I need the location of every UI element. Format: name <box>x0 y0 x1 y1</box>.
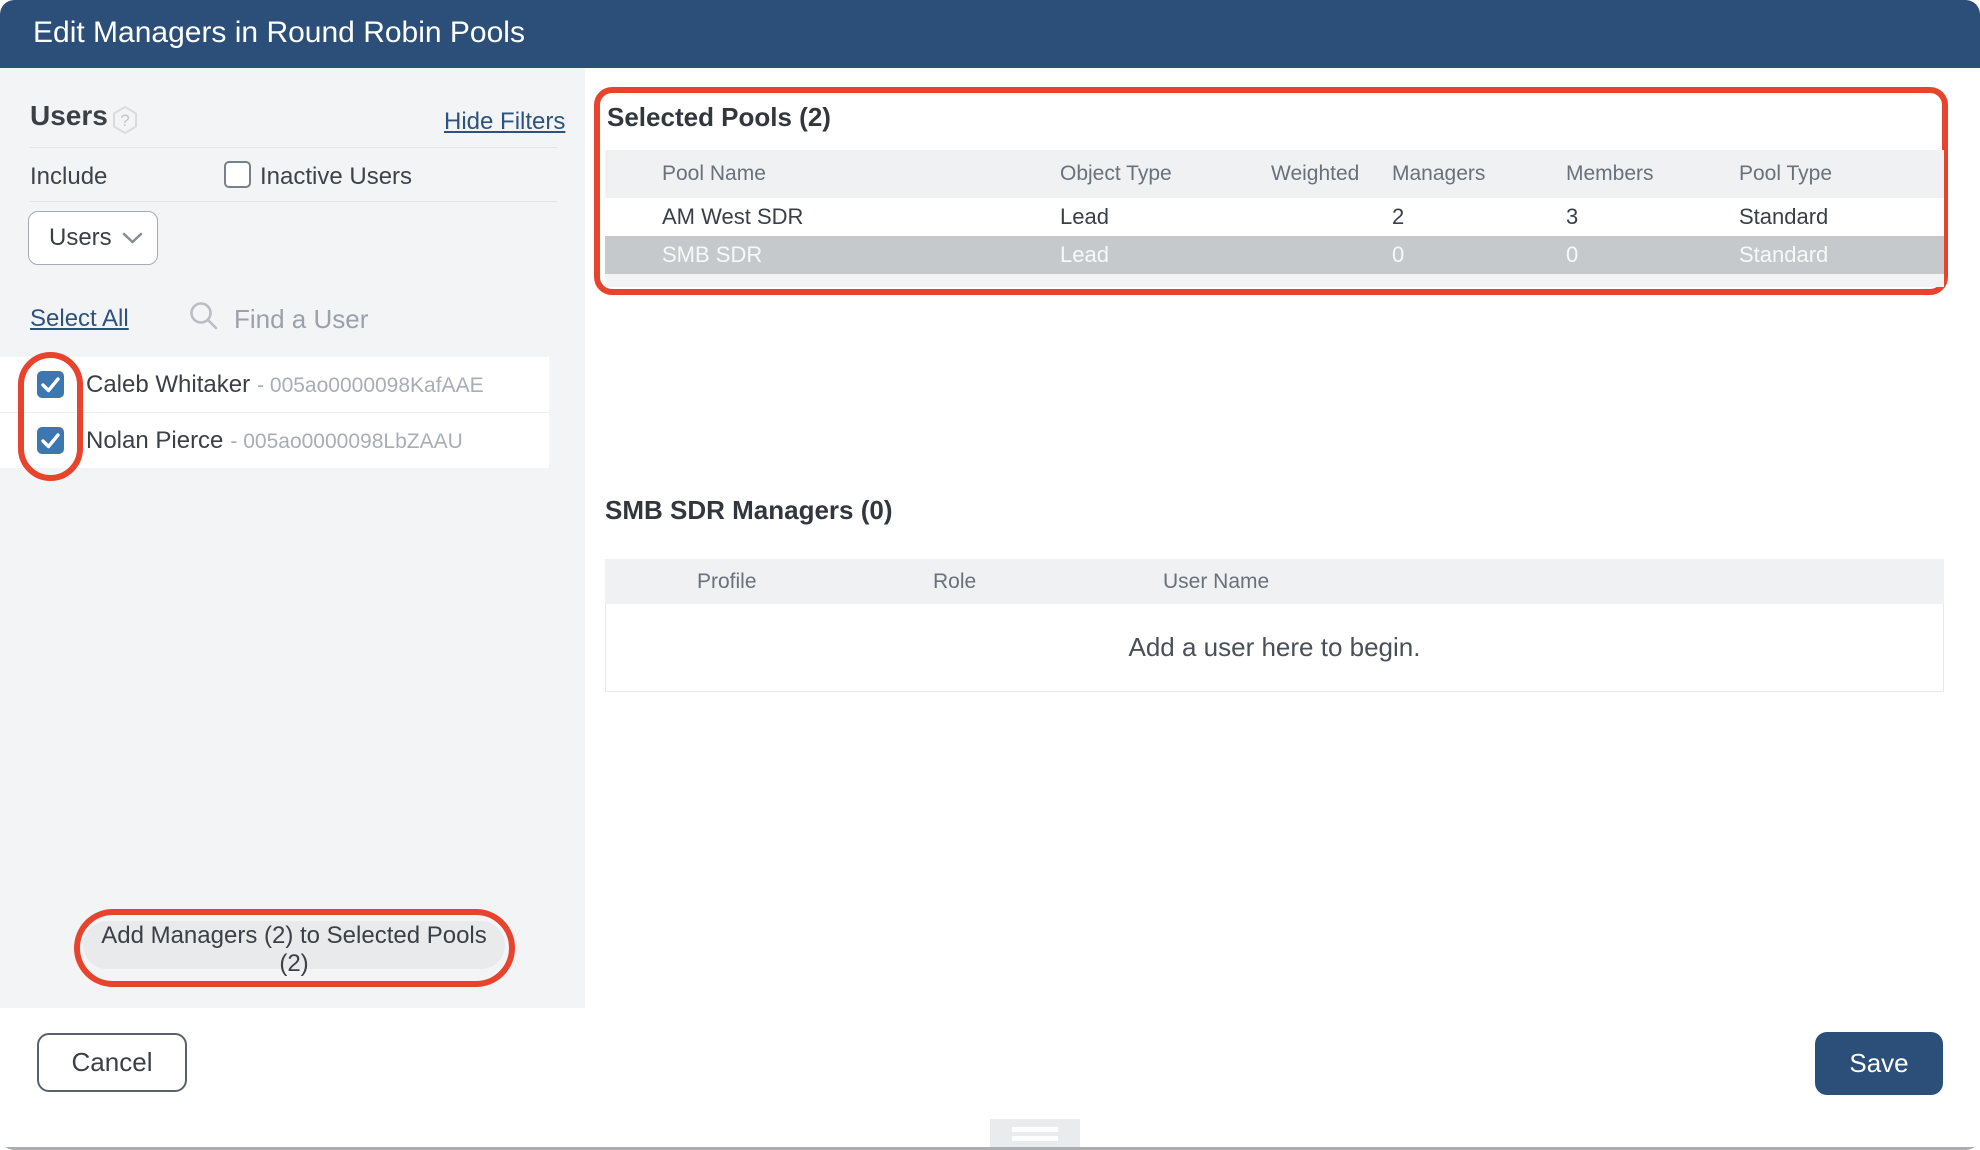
save-button[interactable]: Save <box>1815 1032 1943 1095</box>
divider <box>30 147 557 148</box>
column-header: Profile <box>697 559 757 604</box>
pool-managers-title: SMB SDR Managers (0) <box>605 495 893 526</box>
chevron-down-icon <box>122 232 143 244</box>
pool-managers: 2 <box>1392 198 1404 236</box>
divider <box>30 201 557 202</box>
users-type-dropdown-value: Users <box>49 224 122 252</box>
pool-object-type: Lead <box>1060 236 1109 274</box>
pool-managers-table: Profile Role User Name Add a user here t… <box>605 559 1944 692</box>
modal-header: Edit Managers in Round Robin Pools <box>0 0 1980 68</box>
user-row[interactable]: Nolan Pierce - 005ao0000098LbZAAU <box>0 413 549 468</box>
select-all-link[interactable]: Select All <box>30 305 129 333</box>
pool-name: SMB SDR <box>662 236 762 274</box>
empty-message: Add a user here to begin. <box>1129 632 1421 663</box>
pool-type: Standard <box>1739 198 1828 236</box>
user-name: Nolan Pierce <box>86 427 223 454</box>
column-header: Managers <box>1392 150 1485 198</box>
help-icon[interactable]: ? <box>112 106 138 139</box>
column-header: Object Type <box>1060 150 1172 198</box>
column-header: Pool Name <box>662 150 766 198</box>
cancel-button[interactable]: Cancel <box>37 1033 187 1092</box>
pools-table-header: Pool Name Object Type Weighted Managers … <box>605 150 1944 198</box>
edit-managers-modal: Edit Managers in Round Robin Pools Users… <box>0 0 1980 1150</box>
pool-managers: 0 <box>1392 236 1404 274</box>
pool-row[interactable]: AM West SDR Lead 2 3 Standard <box>605 198 1944 236</box>
user-checkbox-checked[interactable] <box>37 371 64 398</box>
users-type-dropdown[interactable]: Users <box>28 211 158 265</box>
column-header: Members <box>1566 150 1654 198</box>
pool-type: Standard <box>1739 236 1828 274</box>
user-id: - 005ao0000098LbZAAU <box>230 430 462 453</box>
user-checkbox-checked[interactable] <box>37 427 64 454</box>
drag-handle-bar <box>1012 1136 1058 1141</box>
user-row[interactable]: Caleb Whitaker - 005ao0000098KafAAE <box>0 357 549 413</box>
svg-text:?: ? <box>120 111 129 130</box>
user-id: - 005ao0000098KafAAE <box>257 374 484 397</box>
user-list: Caleb Whitaker - 005ao0000098KafAAE Nolan… <box>0 357 549 468</box>
users-panel-title: Users <box>30 100 108 132</box>
pools-table-footer-strip <box>605 274 1944 287</box>
inactive-users-label: Inactive Users <box>260 163 412 191</box>
column-header: Pool Type <box>1739 150 1832 198</box>
pool-object-type: Lead <box>1060 198 1109 236</box>
pool-row-selected[interactable]: SMB SDR Lead 0 0 Standard <box>605 236 1944 274</box>
check-icon <box>37 371 64 398</box>
selected-pools-title: Selected Pools (2) <box>607 102 831 133</box>
modal-title: Edit Managers in Round Robin Pools <box>0 0 1980 66</box>
pool-name: AM West SDR <box>662 198 803 236</box>
pool-members: 3 <box>1566 198 1578 236</box>
pool-members: 0 <box>1566 236 1578 274</box>
add-managers-button[interactable]: Add Managers (2) to Selected Pools (2) <box>83 921 505 969</box>
search-input[interactable] <box>232 300 476 338</box>
column-header: User Name <box>1163 559 1269 604</box>
column-header: Weighted <box>1271 150 1359 198</box>
drag-handle-bar <box>1012 1127 1058 1132</box>
drag-handle[interactable] <box>990 1119 1080 1147</box>
hide-filters-link[interactable]: Hide Filters <box>444 108 565 136</box>
inactive-users-checkbox[interactable] <box>224 161 251 188</box>
managers-table-header: Profile Role User Name <box>605 559 1944 604</box>
column-header: Role <box>933 559 976 604</box>
user-name: Caleb Whitaker <box>86 371 250 398</box>
selected-pools-table: Pool Name Object Type Weighted Managers … <box>605 150 1944 287</box>
check-icon <box>37 427 64 454</box>
managers-empty-state: Add a user here to begin. <box>605 604 1944 692</box>
search-icon <box>188 300 219 336</box>
include-label: Include <box>30 163 107 191</box>
users-panel <box>0 68 585 1008</box>
